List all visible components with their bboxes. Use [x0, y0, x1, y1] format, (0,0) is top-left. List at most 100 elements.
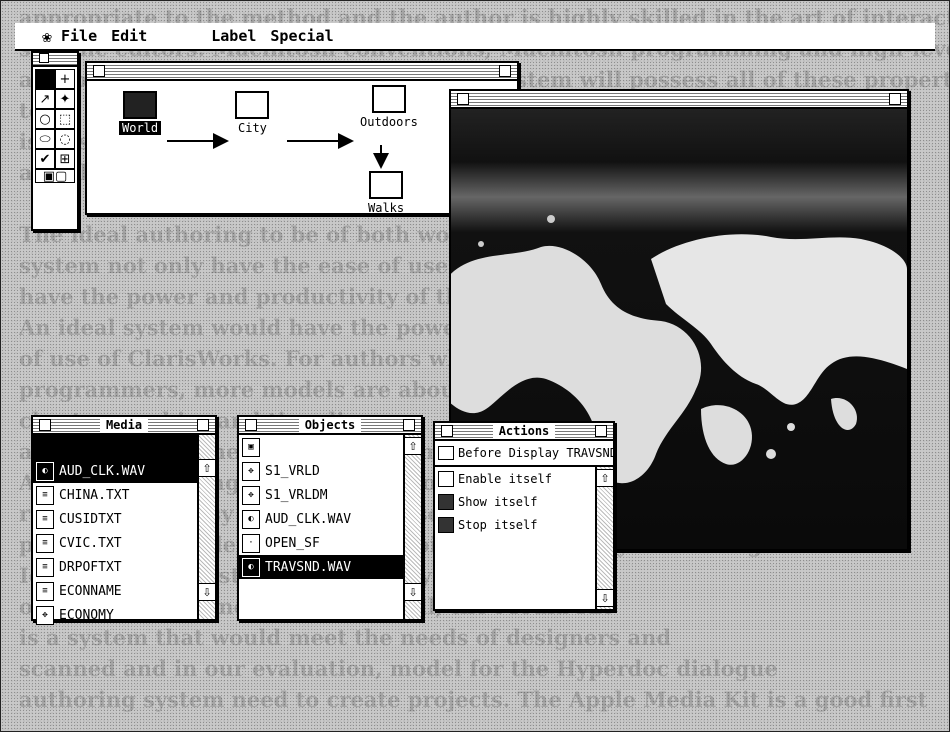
tool-palette: + ↗ ✦ ○ ⬚ ⬭ ◌ ✔ ⊞ ▣▢: [31, 51, 79, 231]
list-item[interactable]: ≡ ECONNAME: [33, 579, 197, 603]
list-item-label: OPEN_SF: [265, 535, 320, 551]
map-window-title-bar[interactable]: [87, 63, 517, 81]
menu-label[interactable]: Label: [211, 27, 256, 45]
oval-tool-icon[interactable]: ○: [35, 109, 55, 129]
actions-title-bar[interactable]: Actions: [435, 423, 613, 441]
stage-title-bar[interactable]: [451, 91, 907, 109]
menu-bar: ❀ File Edit Label Special: [15, 23, 935, 51]
objects-scrollbar[interactable]: ⇧ ⇩: [403, 435, 421, 619]
background-text-line: authoring system need to create projects…: [19, 687, 928, 712]
list-item-label: AUD_CLK.WAV: [59, 463, 146, 479]
palette-title-bar[interactable]: [33, 53, 77, 67]
lasso-tool-icon[interactable]: ⬭: [35, 129, 55, 149]
menu-edit[interactable]: Edit: [111, 27, 147, 45]
file-icon: ·: [242, 533, 260, 553]
crosshair-tool-icon[interactable]: +: [55, 69, 75, 89]
file-icon: ◐: [36, 461, 54, 481]
file-icon: ◐: [242, 557, 260, 577]
apple-menu-icon[interactable]: ❀: [33, 27, 61, 46]
list-item[interactable]: ✥ ECONOMY: [33, 603, 197, 627]
close-box-icon[interactable]: [39, 419, 51, 431]
event-header[interactable]: Before Display TRAVSND.W: [435, 441, 613, 467]
file-icon: ▣: [242, 437, 260, 457]
zoom-box-icon[interactable]: [889, 93, 901, 105]
objects-window-title: Objects: [298, 418, 362, 432]
list-item[interactable]: ✥ S1_VRLD: [239, 459, 403, 483]
objects-list: ▣ ✥ S1_VRLD ✥ S1_VRLDM ◐ AUD_CLK.WAV · OPEN_SF ◐ T…: [239, 435, 403, 579]
action-label: Enable itself: [458, 471, 552, 486]
list-item[interactable]: ≡ CUSIDTXT: [33, 507, 197, 531]
scroll-up-arrow-icon[interactable]: ⇧: [199, 459, 215, 477]
menu-special[interactable]: Special: [270, 27, 333, 45]
list-item[interactable]: ≡ DRPOFTXT: [33, 555, 197, 579]
background-text-line: is a system that would meet the needs of…: [19, 625, 672, 650]
zoom-tool-icon[interactable]: ⊞: [55, 149, 75, 169]
close-box-icon[interactable]: [93, 65, 105, 77]
link-arrow-tool-icon[interactable]: ↗: [35, 89, 55, 109]
background-text-line: scanned and in our evaluation, model for…: [19, 656, 778, 681]
list-item[interactable]: ◐ TRAVSND.WAV: [239, 555, 403, 579]
list-item[interactable]: ◐ AUD_CLK.WAV: [239, 507, 403, 531]
list-item-label: CVIC.TXT: [59, 535, 122, 551]
list-item-label: CUSIDTXT: [59, 511, 122, 527]
map-node-label: Outdoors: [360, 115, 418, 129]
file-icon: ✥: [242, 461, 260, 481]
file-icon: ≡: [36, 557, 54, 577]
file-icon: ≡: [36, 509, 54, 529]
scroll-down-arrow-icon[interactable]: ⇩: [597, 589, 613, 607]
zoom-box-icon[interactable]: [197, 419, 209, 431]
action-icon: [438, 516, 454, 533]
list-item[interactable]: ≡ CVIC.TXT: [33, 531, 197, 555]
close-box-icon[interactable]: [245, 419, 257, 431]
action-icon: [438, 493, 454, 510]
zoom-box-icon[interactable]: [595, 425, 607, 437]
list-item-label: DRPOFTXT: [59, 559, 122, 575]
list-item-label: S1_VRLD: [265, 463, 320, 479]
close-box-icon[interactable]: [39, 53, 49, 63]
list-item-label: ECONOMY: [59, 607, 114, 623]
wand-tool-icon[interactable]: ✦: [55, 89, 75, 109]
media-window: Media ◐ AUD_CLK.WAV ≡ CHINA.TXT ≡ CUSIDTXT ≡ CV…: [31, 415, 217, 625]
media-title-bar[interactable]: Media: [33, 417, 215, 435]
list-item[interactable]: [33, 435, 197, 459]
media-scrollbar[interactable]: ⇧ ⇩: [197, 435, 215, 619]
media-window-title: Media: [99, 418, 149, 432]
objects-title-bar[interactable]: Objects: [239, 417, 421, 435]
zoom-box-icon[interactable]: [499, 65, 511, 77]
scroll-down-arrow-icon[interactable]: ⇩: [199, 583, 215, 601]
list-item[interactable]: · OPEN_SF: [239, 531, 403, 555]
list-item[interactable]: ▣: [239, 435, 403, 459]
list-item-label: TRAVSND.WAV: [265, 559, 352, 575]
action-item[interactable]: Enable itself: [435, 467, 595, 490]
action-item[interactable]: Show itself: [435, 490, 595, 513]
map-node-walks[interactable]: Walks: [365, 171, 407, 215]
scroll-up-arrow-icon[interactable]: ⇧: [597, 469, 613, 487]
scroll-down-arrow-icon[interactable]: ⇩: [405, 583, 421, 601]
outdoors-icon: [371, 85, 406, 113]
scroll-up-arrow-icon[interactable]: ⇧: [405, 437, 421, 455]
file-icon: ≡: [36, 533, 54, 553]
close-box-icon[interactable]: [457, 93, 469, 105]
objects-window: Objects ▣ ✥ S1_VRLD ✥ S1_VRLDM ◐ AUD_CLK.WAV · O…: [237, 415, 423, 621]
media-list: ◐ AUD_CLK.WAV ≡ CHINA.TXT ≡ CUSIDTXT ≡ CVIC.TXT…: [33, 435, 197, 627]
list-item[interactable]: ≡ CHINA.TXT: [33, 483, 197, 507]
map-node-label: City: [238, 121, 267, 135]
actions-scrollbar[interactable]: ⇧ ⇩: [595, 467, 613, 609]
zoom-box-icon[interactable]: [403, 419, 415, 431]
view-toggle-icon[interactable]: ▣▢: [35, 169, 75, 184]
file-icon: ◐: [242, 509, 260, 529]
map-node-outdoors[interactable]: Outdoors: [357, 85, 421, 129]
map-node-city[interactable]: City: [235, 91, 270, 135]
list-item-label: CHINA.TXT: [59, 487, 130, 503]
list-item[interactable]: ◐ AUD_CLK.WAV: [33, 459, 197, 483]
action-item[interactable]: Stop itself: [435, 513, 595, 536]
close-box-icon[interactable]: [441, 425, 453, 437]
map-node-world[interactable]: World: [119, 91, 162, 135]
city-icon: [235, 91, 270, 119]
menu-file[interactable]: File: [61, 27, 97, 45]
dotted-oval-tool-icon[interactable]: ◌: [55, 129, 75, 149]
eyedropper-tool-icon[interactable]: ✔: [35, 149, 55, 169]
dotted-rect-tool-icon[interactable]: ⬚: [55, 109, 75, 129]
arrow-tool-icon[interactable]: [35, 69, 55, 89]
list-item[interactable]: ✥ S1_VRLDM: [239, 483, 403, 507]
